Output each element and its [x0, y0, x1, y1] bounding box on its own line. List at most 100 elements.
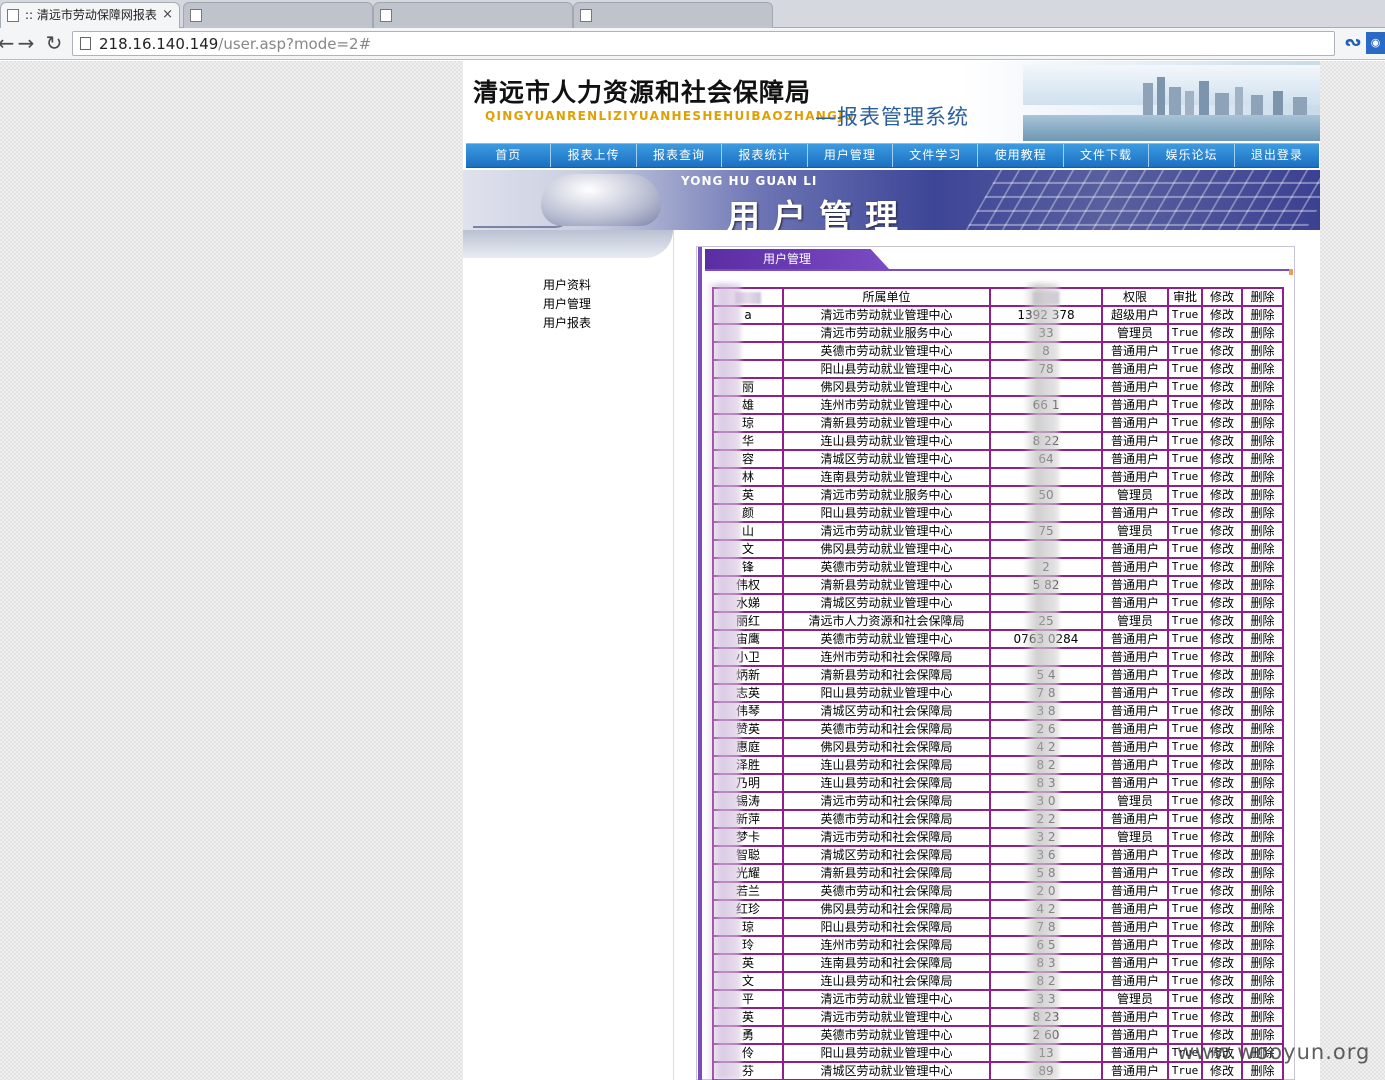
row-edit-link[interactable]: 修改 [1201, 539, 1243, 559]
row-edit-link[interactable]: 修改 [1201, 989, 1243, 1009]
row-delete-link[interactable]: 删除 [1241, 809, 1284, 829]
address-bar[interactable]: 218.16.140.149/user.asp?mode=2# [72, 31, 1335, 56]
row-edit-link[interactable]: 修改 [1201, 809, 1243, 829]
row-edit-link[interactable]: 修改 [1201, 773, 1243, 793]
row-edit-link[interactable]: 修改 [1201, 953, 1243, 973]
row-delete-link[interactable]: 删除 [1241, 449, 1284, 469]
row-edit-link[interactable]: 修改 [1201, 503, 1243, 523]
forward-icon[interactable]: → [14, 31, 38, 55]
row-delete-link[interactable]: 删除 [1241, 917, 1284, 937]
row-edit-link[interactable]: 修改 [1201, 1007, 1243, 1027]
row-delete-link[interactable]: 删除 [1241, 359, 1284, 379]
row-delete-link[interactable]: 删除 [1241, 755, 1284, 775]
row-delete-link[interactable]: 删除 [1241, 323, 1284, 343]
browser-tab[interactable] [373, 2, 573, 28]
row-delete-link[interactable]: 删除 [1241, 989, 1284, 1009]
row-delete-link[interactable]: 删除 [1241, 305, 1284, 325]
nav-logout[interactable]: 退出登录 [1235, 144, 1319, 167]
row-edit-link[interactable]: 修改 [1201, 521, 1243, 541]
sidebar-item-user-management[interactable]: 用户管理 [543, 295, 591, 314]
row-edit-link[interactable]: 修改 [1201, 467, 1243, 487]
row-edit-link[interactable]: 修改 [1201, 647, 1243, 667]
row-delete-link[interactable]: 删除 [1241, 485, 1284, 505]
extension-icon[interactable]: ᔓ [1345, 34, 1361, 50]
row-edit-link[interactable]: 修改 [1201, 719, 1243, 739]
row-edit-link[interactable]: 修改 [1201, 935, 1243, 955]
row-delete-link[interactable]: 删除 [1241, 845, 1284, 865]
nav-report-upload[interactable]: 报表上传 [551, 144, 637, 167]
nav-report-query[interactable]: 报表查询 [637, 144, 723, 167]
row-edit-link[interactable]: 修改 [1201, 593, 1243, 613]
row-edit-link[interactable]: 修改 [1201, 575, 1243, 595]
row-edit-link[interactable]: 修改 [1201, 917, 1243, 937]
row-edit-link[interactable]: 修改 [1201, 665, 1243, 685]
row-delete-link[interactable]: 删除 [1241, 395, 1284, 415]
row-edit-link[interactable]: 修改 [1201, 485, 1243, 505]
row-edit-link[interactable]: 修改 [1201, 881, 1243, 901]
row-delete-link[interactable]: 删除 [1241, 773, 1284, 793]
browser-tab-active[interactable]: :: 清远市劳动保障网报表 × [0, 2, 180, 28]
row-delete-link[interactable]: 删除 [1241, 953, 1284, 973]
row-delete-link[interactable]: 删除 [1241, 431, 1284, 451]
row-delete-link[interactable]: 删除 [1241, 341, 1284, 361]
row-edit-link[interactable]: 修改 [1201, 863, 1243, 883]
row-edit-link[interactable]: 修改 [1201, 359, 1243, 379]
row-edit-link[interactable]: 修改 [1201, 683, 1243, 703]
row-edit-link[interactable]: 修改 [1201, 341, 1243, 361]
nav-user-management[interactable]: 用户管理 [808, 144, 894, 167]
row-edit-link[interactable]: 修改 [1201, 395, 1243, 415]
row-delete-link[interactable]: 删除 [1241, 737, 1284, 757]
row-delete-link[interactable]: 删除 [1241, 629, 1284, 649]
nav-file-study[interactable]: 文件学习 [893, 144, 979, 167]
nav-forum[interactable]: 娱乐论坛 [1149, 144, 1235, 167]
row-delete-link[interactable]: 删除 [1241, 1061, 1284, 1080]
close-tab-icon[interactable]: × [162, 3, 173, 27]
row-edit-link[interactable]: 修改 [1201, 323, 1243, 343]
row-edit-link[interactable]: 修改 [1201, 1061, 1243, 1080]
row-delete-link[interactable]: 删除 [1241, 575, 1284, 595]
row-delete-link[interactable]: 删除 [1241, 899, 1284, 919]
row-delete-link[interactable]: 删除 [1241, 521, 1284, 541]
row-delete-link[interactable]: 删除 [1241, 611, 1284, 631]
row-edit-link[interactable]: 修改 [1201, 737, 1243, 757]
row-edit-link[interactable]: 修改 [1201, 899, 1243, 919]
row-edit-link[interactable]: 修改 [1201, 971, 1243, 991]
row-edit-link[interactable]: 修改 [1201, 611, 1243, 631]
row-edit-link[interactable]: 修改 [1201, 755, 1243, 775]
sidebar-item-user-profile[interactable]: 用户资料 [543, 276, 591, 295]
row-delete-link[interactable]: 删除 [1241, 647, 1284, 667]
row-edit-link[interactable]: 修改 [1201, 557, 1243, 577]
browser-tab[interactable] [183, 2, 373, 28]
row-delete-link[interactable]: 删除 [1241, 1007, 1284, 1027]
nav-tutorial[interactable]: 使用教程 [978, 144, 1064, 167]
reload-icon[interactable]: ↻ [42, 31, 66, 55]
nav-home[interactable]: 首页 [466, 144, 552, 167]
row-delete-link[interactable]: 删除 [1241, 557, 1284, 577]
sidebar-item-user-reports[interactable]: 用户报表 [543, 314, 591, 333]
row-edit-link[interactable]: 修改 [1201, 629, 1243, 649]
row-delete-link[interactable]: 删除 [1241, 503, 1284, 523]
row-delete-link[interactable]: 删除 [1241, 881, 1284, 901]
browser-tab[interactable] [573, 2, 773, 28]
row-delete-link[interactable]: 删除 [1241, 935, 1284, 955]
row-delete-link[interactable]: 删除 [1241, 719, 1284, 739]
row-delete-link[interactable]: 删除 [1241, 863, 1284, 883]
nav-file-download[interactable]: 文件下载 [1064, 144, 1150, 167]
row-delete-link[interactable]: 删除 [1241, 701, 1284, 721]
row-delete-link[interactable]: 删除 [1241, 971, 1284, 991]
row-edit-link[interactable]: 修改 [1201, 449, 1243, 469]
row-edit-link[interactable]: 修改 [1201, 377, 1243, 397]
row-edit-link[interactable]: 修改 [1201, 305, 1243, 325]
extension-badge-icon[interactable]: ◉ [1366, 32, 1385, 54]
row-delete-link[interactable]: 删除 [1241, 791, 1284, 811]
row-delete-link[interactable]: 删除 [1241, 593, 1284, 613]
row-delete-link[interactable]: 删除 [1241, 467, 1284, 487]
row-delete-link[interactable]: 删除 [1241, 827, 1284, 847]
row-delete-link[interactable]: 删除 [1241, 665, 1284, 685]
row-delete-link[interactable]: 删除 [1241, 539, 1284, 559]
row-delete-link[interactable]: 删除 [1241, 413, 1284, 433]
row-edit-link[interactable]: 修改 [1201, 413, 1243, 433]
row-edit-link[interactable]: 修改 [1201, 701, 1243, 721]
nav-report-stats[interactable]: 报表统计 [722, 144, 808, 167]
row-edit-link[interactable]: 修改 [1201, 845, 1243, 865]
